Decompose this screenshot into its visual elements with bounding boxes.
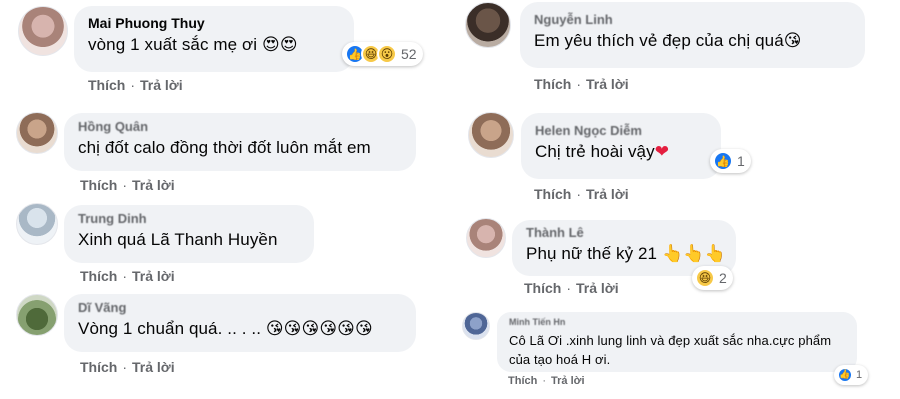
comment-bubble: Mai Phuong Thuy vòng 1 xuất sắc mẹ ơi 😍😍: [74, 6, 354, 72]
comment-actions: Thích · Trả lời: [88, 77, 183, 93]
reaction-count: 2: [719, 270, 727, 286]
separator: ·: [130, 77, 136, 93]
emoji: 😘😘😘😘😘😘: [265, 319, 373, 339]
comment-bubble: Hồng Quân chị đốt calo đồng thời đốt luô…: [64, 113, 416, 171]
author-name[interactable]: Thành Lê: [526, 225, 722, 240]
comment-actions: Thích · Trả lời: [80, 359, 175, 375]
author-name[interactable]: Hồng Quân: [78, 119, 402, 134]
avatar[interactable]: [18, 6, 68, 56]
reply-link[interactable]: Trả lời: [132, 268, 175, 284]
reaction-summary[interactable]: 👍 😆 😮 52: [342, 42, 423, 66]
avatar[interactable]: [465, 2, 511, 48]
wow-icon: 😮: [377, 44, 397, 64]
haha-icon: 😆: [695, 268, 715, 288]
comment-text-body: Vòng 1 chuẩn quá. .. . ..: [78, 319, 262, 338]
like-link[interactable]: Thích: [80, 177, 117, 193]
comment-actions: Thích · Trả lời: [524, 280, 619, 296]
avatar[interactable]: [462, 312, 490, 340]
reaction-count: 1: [856, 369, 863, 381]
comment-actions: Thích · Trả lời: [534, 76, 629, 92]
reaction-summary[interactable]: 😆 2: [692, 266, 733, 290]
separator: ·: [576, 76, 582, 92]
avatar[interactable]: [16, 112, 58, 154]
author-name[interactable]: Dĩ Vãng: [78, 300, 402, 315]
author-name[interactable]: Trung Dinh: [78, 211, 300, 226]
reply-link[interactable]: Trả lời: [576, 280, 619, 296]
comment-text: chị đốt calo đồng thời đốt luôn mắt em: [78, 138, 371, 157]
comment-text: Phụ nữ thế kỷ 21 👆👆👆: [526, 244, 726, 264]
comment-bubble: Dĩ Vãng Vòng 1 chuẩn quá. .. . .. 😘😘😘😘😘😘: [64, 294, 416, 352]
separator: ·: [122, 359, 128, 375]
like-link[interactable]: Thích: [80, 268, 117, 284]
comment-text-body: Phụ nữ thế kỷ 21: [526, 244, 658, 263]
author-name[interactable]: Nguyễn Linh: [534, 12, 851, 27]
separator: ·: [122, 177, 128, 193]
separator: ·: [122, 268, 128, 284]
comment-text-body: Em yêu thích vẻ đẹp của chị quá: [534, 31, 784, 50]
reply-link[interactable]: Trả lời: [132, 177, 175, 193]
like-link[interactable]: Thích: [508, 375, 537, 387]
comment-text-body: vòng 1 xuất sắc mẹ ơi: [88, 35, 258, 54]
heart-emoji: ❤: [654, 142, 670, 162]
author-name[interactable]: Mai Phuong Thuy: [88, 15, 340, 31]
like-link[interactable]: Thích: [534, 186, 571, 202]
like-link[interactable]: Thích: [88, 77, 125, 93]
reply-link[interactable]: Trả lời: [551, 375, 585, 387]
avatar[interactable]: [16, 203, 58, 245]
emoji: 👆👆👆: [661, 244, 726, 264]
reaction-summary[interactable]: 👍 1: [710, 149, 751, 173]
like-link[interactable]: Thích: [80, 359, 117, 375]
author-name[interactable]: Minh Tiến Hn: [509, 317, 845, 327]
comment-actions: Thích · Trả lời: [534, 186, 629, 202]
comment-actions: Thích · Trả lời: [80, 268, 175, 284]
emoji: 😍😍: [262, 35, 298, 55]
separator: ·: [576, 186, 582, 202]
like-icon: 👍: [837, 367, 853, 383]
avatar[interactable]: [16, 294, 58, 336]
comment-text: Cô Lã Ơi .xinh lung linh và đẹp xuất sắc…: [509, 333, 832, 367]
comment-actions: Thích · Trả lời: [508, 375, 585, 387]
comment-bubble: Trung Dinh Xinh quá Lã Thanh Huyền: [64, 205, 314, 263]
comment-actions: Thích · Trả lời: [80, 177, 175, 193]
separator: ·: [542, 375, 547, 387]
like-icon: 👍: [713, 151, 733, 171]
comment-bubble: Helen Ngọc Diễm Chị trẻ hoài vậy❤: [521, 113, 721, 179]
reply-link[interactable]: Trả lời: [132, 359, 175, 375]
like-link[interactable]: Thích: [524, 280, 561, 296]
emoji: 😘: [783, 31, 802, 51]
comment-bubble: Nguyễn Linh Em yêu thích vẻ đẹp của chị …: [520, 2, 865, 68]
comment-text: Chị trẻ hoài vậy❤: [535, 142, 707, 162]
author-name[interactable]: Helen Ngọc Diễm: [535, 123, 707, 138]
separator: ·: [566, 280, 572, 296]
reply-link[interactable]: Trả lời: [140, 77, 183, 93]
comment-text: Em yêu thích vẻ đẹp của chị quá😘: [534, 31, 851, 51]
like-link[interactable]: Thích: [534, 76, 571, 92]
reply-link[interactable]: Trả lời: [586, 76, 629, 92]
reply-link[interactable]: Trả lời: [586, 186, 629, 202]
comment-text: Xinh quá Lã Thanh Huyền: [78, 230, 278, 249]
comment-text-body: Chị trẻ hoài vậy: [535, 142, 655, 161]
comment-text: vòng 1 xuất sắc mẹ ơi 😍😍: [88, 35, 340, 55]
reaction-count: 52: [401, 46, 417, 62]
reaction-summary[interactable]: 👍 1: [834, 365, 869, 385]
avatar[interactable]: [466, 218, 506, 258]
avatar[interactable]: [468, 112, 514, 158]
reaction-count: 1: [737, 153, 745, 169]
comment-text: Vòng 1 chuẩn quá. .. . .. 😘😘😘😘😘😘: [78, 319, 402, 339]
comment-bubble: Minh Tiến Hn Cô Lã Ơi .xinh lung linh và…: [497, 312, 857, 372]
